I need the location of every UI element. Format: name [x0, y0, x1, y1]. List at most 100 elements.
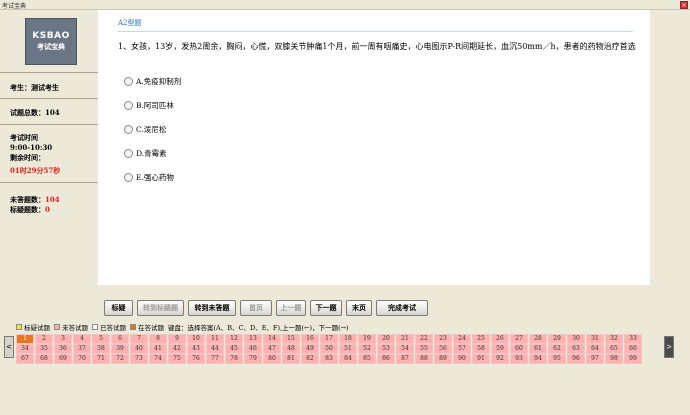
question-number-cell[interactable]: 78: [225, 354, 243, 364]
goto-marked-button[interactable]: 转到标疑题: [137, 300, 184, 316]
question-number-cell[interactable]: 83: [320, 354, 338, 364]
question-number-cell[interactable]: 93: [510, 354, 528, 364]
mark-doubt-button[interactable]: 标疑: [104, 300, 133, 316]
question-number-cell[interactable]: 59: [491, 344, 509, 354]
question-number-cell[interactable]: 2: [35, 334, 53, 344]
question-number-cell[interactable]: 87: [396, 354, 414, 364]
grid-prev-button[interactable]: <: [4, 336, 14, 358]
question-number-cell[interactable]: 17: [320, 334, 338, 344]
question-number-cell[interactable]: 20: [377, 334, 395, 344]
question-number-cell[interactable]: 81: [282, 354, 300, 364]
question-number-cell[interactable]: 7: [130, 334, 148, 344]
question-number-cell[interactable]: 33: [624, 334, 642, 344]
question-number-cell[interactable]: 71: [92, 354, 110, 364]
question-number-cell[interactable]: 16: [301, 334, 319, 344]
question-number-cell[interactable]: 95: [548, 354, 566, 364]
question-number-cell[interactable]: 50: [320, 344, 338, 354]
next-question-button[interactable]: 下一题: [310, 300, 342, 316]
question-number-cell[interactable]: 14: [263, 334, 281, 344]
question-number-cell[interactable]: 56: [434, 344, 452, 354]
radio-icon[interactable]: [124, 125, 133, 134]
question-number-cell[interactable]: 90: [453, 354, 471, 364]
question-number-cell[interactable]: 25: [472, 334, 490, 344]
question-number-cell[interactable]: 66: [624, 344, 642, 354]
question-number-cell[interactable]: 73: [130, 354, 148, 364]
option-d[interactable]: D.青霉素: [124, 148, 167, 159]
question-number-cell[interactable]: 40: [130, 344, 148, 354]
radio-icon[interactable]: [124, 149, 133, 158]
question-number-cell[interactable]: 72: [111, 354, 129, 364]
question-number-cell[interactable]: 10: [187, 334, 205, 344]
radio-icon[interactable]: [124, 101, 133, 110]
question-number-cell[interactable]: 74: [149, 354, 167, 364]
question-number-cell[interactable]: 4: [73, 334, 91, 344]
question-number-cell[interactable]: 51: [339, 344, 357, 354]
question-number-cell[interactable]: 41: [149, 344, 167, 354]
question-number-cell[interactable]: 70: [73, 354, 91, 364]
prev-question-button[interactable]: 上一题: [276, 300, 306, 316]
radio-icon[interactable]: [124, 77, 133, 86]
question-number-cell[interactable]: 68: [35, 354, 53, 364]
question-number-cell[interactable]: 11: [206, 334, 224, 344]
question-number-cell[interactable]: 65: [605, 344, 623, 354]
question-number-cell[interactable]: 37: [73, 344, 91, 354]
question-number-cell[interactable]: 55: [415, 344, 433, 354]
question-number-cell[interactable]: 79: [244, 354, 262, 364]
question-number-cell[interactable]: 32: [605, 334, 623, 344]
question-number-cell[interactable]: 5: [92, 334, 110, 344]
question-number-cell[interactable]: 76: [187, 354, 205, 364]
question-number-cell[interactable]: 63: [567, 344, 585, 354]
question-number-cell[interactable]: 30: [567, 334, 585, 344]
question-number-cell[interactable]: 9: [168, 334, 186, 344]
option-c[interactable]: C.泼尼松: [124, 124, 166, 135]
question-number-cell[interactable]: 91: [472, 354, 490, 364]
question-number-cell[interactable]: 75: [168, 354, 186, 364]
question-number-cell[interactable]: 46: [244, 344, 262, 354]
question-number-cell[interactable]: 8: [149, 334, 167, 344]
first-page-button[interactable]: 首页: [240, 300, 272, 316]
question-number-cell[interactable]: 62: [548, 344, 566, 354]
radio-icon[interactable]: [124, 173, 133, 182]
option-e[interactable]: E.强心药物: [124, 172, 174, 183]
question-number-cell[interactable]: 92: [491, 354, 509, 364]
grid-next-button[interactable]: >: [664, 336, 674, 358]
question-number-cell[interactable]: 22: [415, 334, 433, 344]
question-number-cell[interactable]: 80: [263, 354, 281, 364]
question-number-cell[interactable]: 44: [206, 344, 224, 354]
question-number-cell[interactable]: 3: [54, 334, 72, 344]
question-number-cell[interactable]: 61: [529, 344, 547, 354]
question-number-cell[interactable]: 94: [529, 354, 547, 364]
question-number-cell[interactable]: 42: [168, 344, 186, 354]
question-number-cell[interactable]: 89: [434, 354, 452, 364]
question-number-cell[interactable]: 39: [111, 344, 129, 354]
question-number-cell[interactable]: 53: [377, 344, 395, 354]
question-number-cell[interactable]: 47: [263, 344, 281, 354]
question-number-cell[interactable]: 13: [244, 334, 262, 344]
option-a[interactable]: A.免疫抑制剂: [124, 76, 181, 87]
question-number-cell[interactable]: 57: [453, 344, 471, 354]
question-number-cell[interactable]: 12: [225, 334, 243, 344]
question-number-cell[interactable]: 18: [339, 334, 357, 344]
question-number-cell[interactable]: 54: [396, 344, 414, 354]
last-page-button[interactable]: 末页: [346, 300, 372, 316]
question-number-cell[interactable]: 64: [586, 344, 604, 354]
question-number-cell[interactable]: 28: [529, 334, 547, 344]
question-number-cell[interactable]: 36: [54, 344, 72, 354]
question-number-cell[interactable]: 34: [16, 344, 34, 354]
question-number-cell[interactable]: 35: [35, 344, 53, 354]
question-number-cell[interactable]: 23: [434, 334, 452, 344]
question-number-cell[interactable]: 52: [358, 344, 376, 354]
question-number-cell[interactable]: 69: [54, 354, 72, 364]
question-number-cell[interactable]: 82: [301, 354, 319, 364]
question-number-cell[interactable]: 45: [225, 344, 243, 354]
close-button[interactable]: ×: [680, 1, 688, 9]
question-number-cell[interactable]: 1: [16, 334, 34, 344]
question-number-cell[interactable]: 86: [377, 354, 395, 364]
question-number-cell[interactable]: 88: [415, 354, 433, 364]
question-number-cell[interactable]: 38: [92, 344, 110, 354]
question-number-cell[interactable]: 31: [586, 334, 604, 344]
question-number-cell[interactable]: 97: [586, 354, 604, 364]
question-number-cell[interactable]: 58: [472, 344, 490, 354]
question-number-cell[interactable]: 99: [624, 354, 642, 364]
question-number-cell[interactable]: 43: [187, 344, 205, 354]
